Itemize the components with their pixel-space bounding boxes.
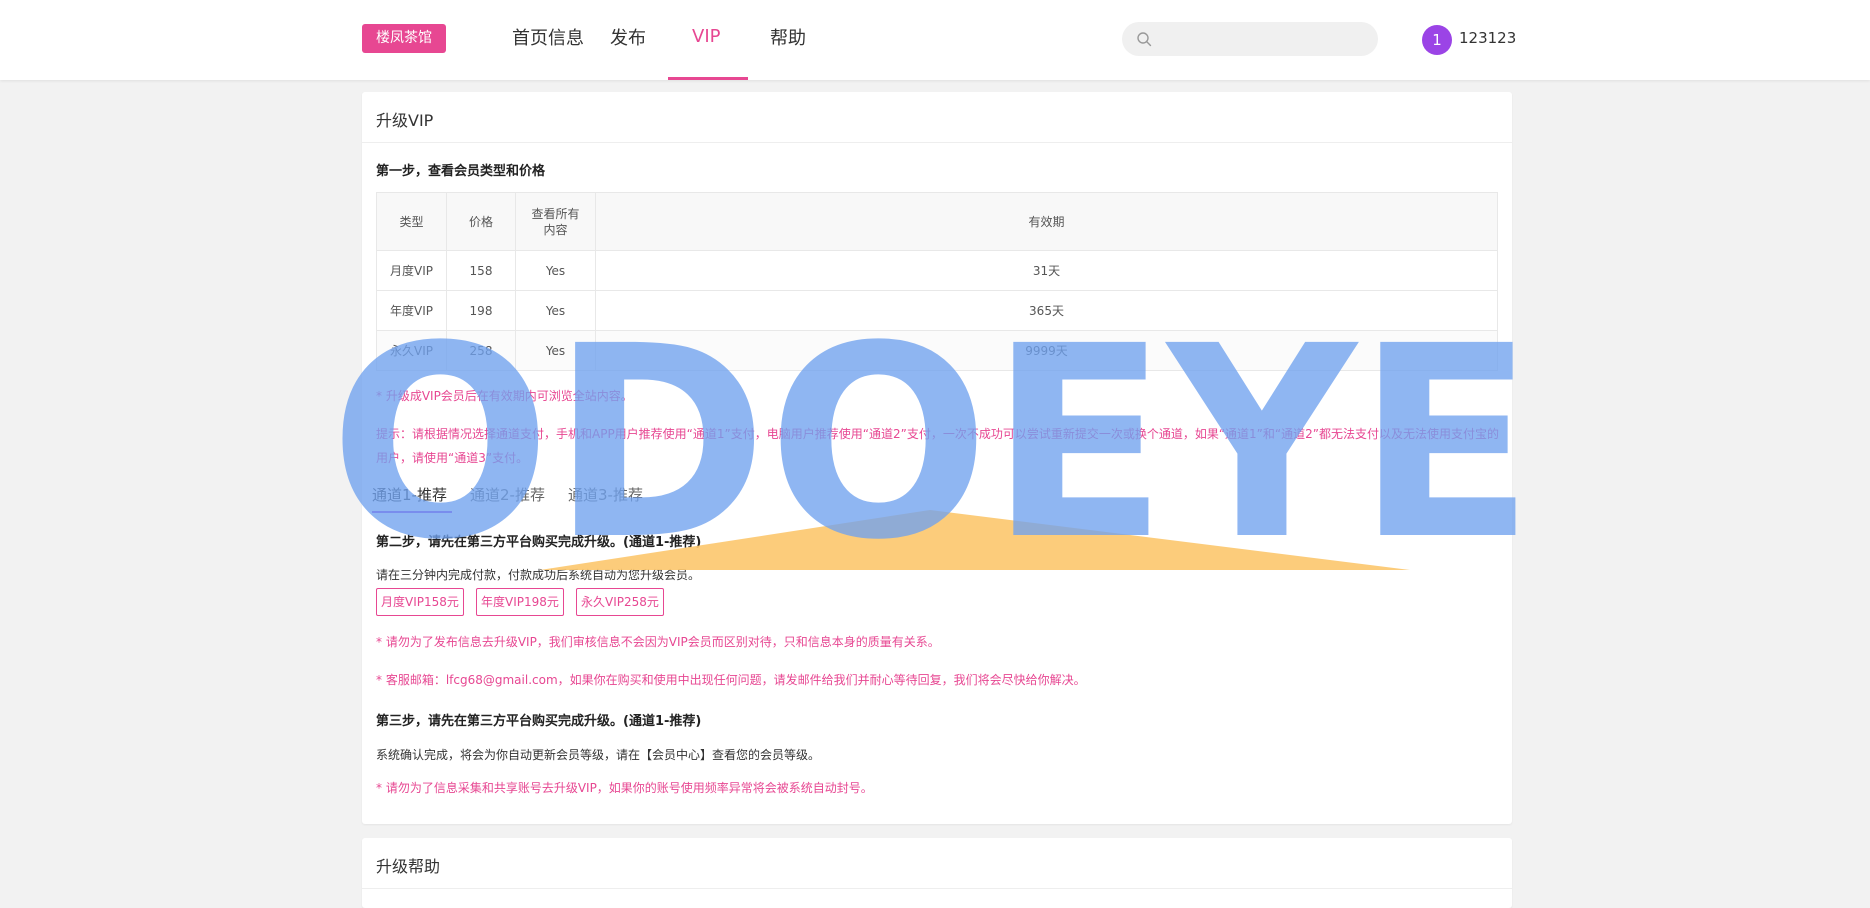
table-row: 月度VIP 158 Yes 31天: [376, 250, 1498, 291]
table-header-cell: 有效期: [595, 192, 1498, 251]
tab-channel-2[interactable]: 通道2-推荐: [470, 484, 545, 505]
table-cell: Yes: [515, 290, 596, 331]
search-icon: [1137, 32, 1152, 47]
upgrade-help-panel: 升级帮助: [362, 838, 1512, 908]
table-header-row: 类型 价格 查看所有内容 有效期: [376, 192, 1498, 251]
support-email-suffix: ，如果你在购买和使用中出现任何问题，请发邮件给我们并耐心等待回复，我们将会尽快给…: [557, 673, 1086, 687]
nav-item-help[interactable]: 帮助: [770, 26, 806, 52]
table-header-cell: 查看所有内容: [515, 192, 596, 251]
table-cell: Yes: [515, 330, 596, 371]
table-cell: 365天: [595, 290, 1498, 331]
nav-item-home[interactable]: 首页信息: [512, 26, 584, 52]
upgrade-warning-note: * 请勿为了发布信息去升级VIP，我们审核信息不会因为VIP会员而区别对待，只和…: [376, 635, 940, 649]
site-logo[interactable]: 楼凤茶馆: [362, 24, 446, 53]
top-navbar: 楼凤茶馆 首页信息 发布 VIP 帮助 1 123123: [0, 0, 1870, 80]
help-panel-divider: [362, 888, 1512, 889]
support-email-prefix: * 客服邮箱：: [376, 673, 446, 687]
tab-channel-3[interactable]: 通道3-推荐: [568, 484, 643, 505]
nav-item-publish[interactable]: 发布: [610, 26, 646, 52]
table-cell: 9999天: [595, 330, 1498, 371]
step1-title: 第一步，查看会员类型和价格: [376, 164, 546, 179]
panel-title: 升级VIP: [376, 111, 434, 130]
table-header-cell: 类型: [376, 192, 447, 251]
table-cell: 月度VIP: [376, 250, 447, 291]
table-cell: 年度VIP: [376, 290, 447, 331]
tab-channel-1[interactable]: 通道1-推荐: [372, 484, 447, 505]
buy-yearly-vip-button[interactable]: 年度VIP198元: [476, 588, 564, 616]
avatar[interactable]: 1: [1422, 25, 1452, 55]
vip-price-table: 类型 价格 查看所有内容 有效期 月度VIP 158 Yes 31天 年度VIP…: [376, 192, 1498, 371]
step3-description: 系统确认完成，将会为你自动更新会员等级，请在【会员中心】查看您的会员等级。: [376, 748, 821, 762]
table-row: 年度VIP 198 Yes 365天: [376, 290, 1498, 331]
help-panel-title: 升级帮助: [376, 857, 441, 876]
nav-item-vip[interactable]: VIP: [692, 24, 720, 50]
search-box[interactable]: [1122, 22, 1378, 56]
table-header-cell: 价格: [446, 192, 516, 251]
support-email-link[interactable]: lfcg68@gmail.com: [446, 673, 558, 687]
table-cell: 158: [446, 250, 516, 291]
table-cell: 永久VIP: [376, 330, 447, 371]
tab-active-indicator: [372, 511, 452, 513]
step2-title: 第二步，请先在第三方平台购买完成升级。(通道1-推荐): [376, 535, 702, 550]
table-cell: 198: [446, 290, 516, 331]
step3-title: 第三步，请先在第三方平台购买完成升级。(通道1-推荐): [376, 714, 702, 729]
search-input[interactable]: [1162, 28, 1362, 50]
table-cell: Yes: [515, 250, 596, 291]
step2-description: 请在三分钟内完成付款，付款成功后系统自动为您升级会员。: [376, 568, 701, 582]
buy-lifetime-vip-button[interactable]: 永久VIP258元: [576, 588, 664, 616]
vip-benefit-note: * 升级成VIP会员后在有效期内可浏览全站内容。: [376, 389, 633, 403]
panel-divider: [362, 142, 1512, 143]
nav-active-indicator: [668, 77, 748, 80]
table-cell: 31天: [595, 250, 1498, 291]
account-sharing-warning: * 请勿为了信息采集和共享账号去升级VIP，如果你的账号使用频率异常将会被系统自…: [376, 781, 873, 795]
table-row: 永久VIP 258 Yes 9999天: [376, 330, 1498, 371]
username[interactable]: 123123: [1459, 29, 1516, 47]
support-email-note: * 客服邮箱：lfcg68@gmail.com，如果你在购买和使用中出现任何问题…: [376, 668, 1086, 692]
payment-channel-tip: 提示：请根据情况选择通道支付，手机和APP用户推荐使用“通道1”支付，电脑用户推…: [376, 427, 1499, 465]
table-cell: 258: [446, 330, 516, 371]
upgrade-vip-panel: 升级VIP 第一步，查看会员类型和价格 类型 价格 查看所有内容 有效期 月度V…: [362, 92, 1512, 824]
buy-monthly-vip-button[interactable]: 月度VIP158元: [376, 588, 464, 616]
